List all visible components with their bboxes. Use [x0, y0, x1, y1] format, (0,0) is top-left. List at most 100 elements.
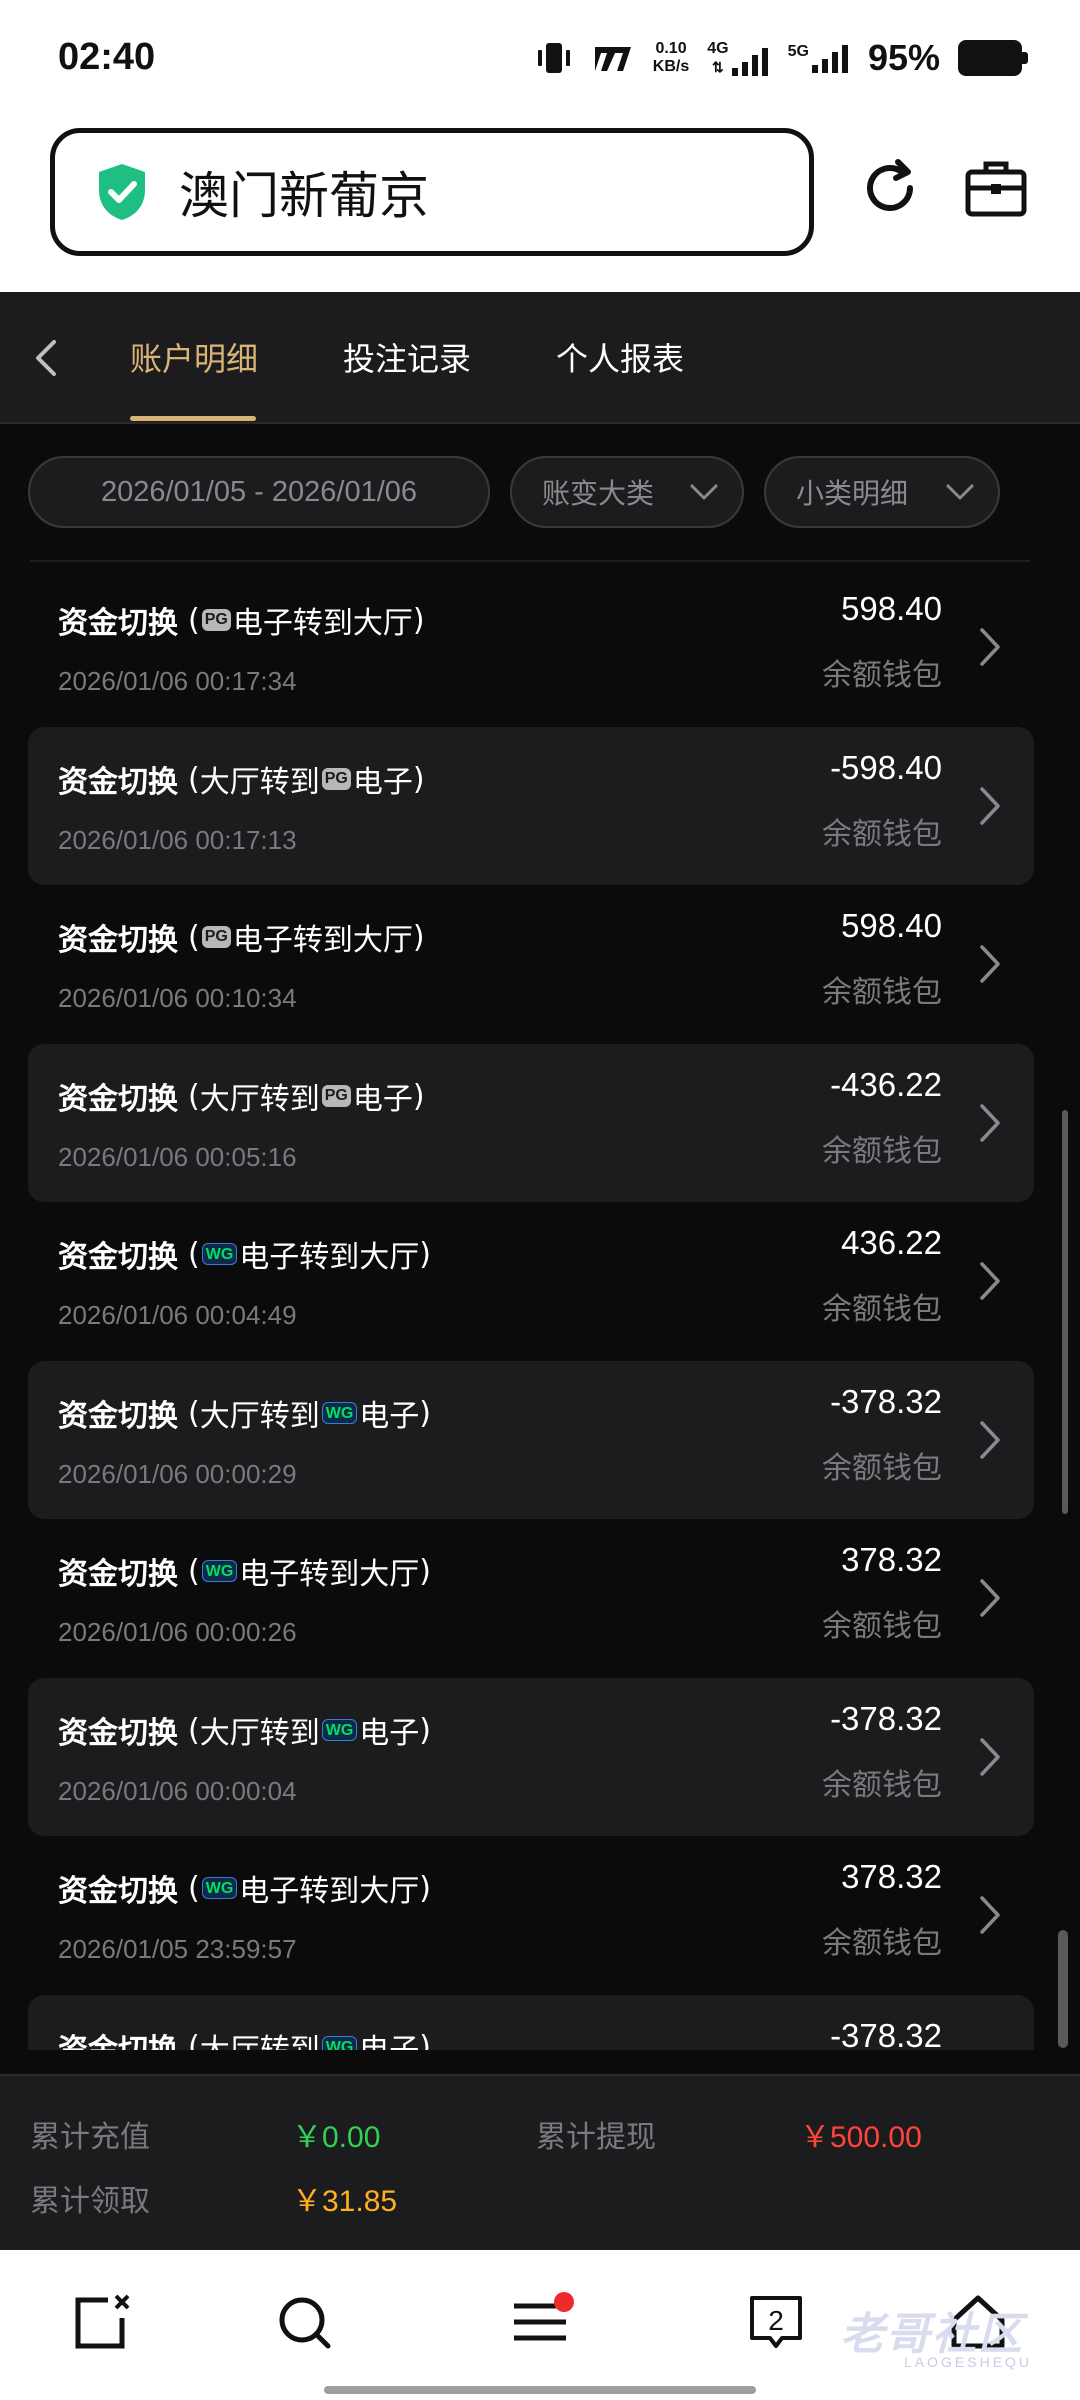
- desc-close-paren: ): [419, 1870, 431, 1906]
- transaction-title: 资金切换 (PG 电子转到大厅): [58, 598, 425, 642]
- tab-account-details[interactable]: 账户明细: [130, 334, 258, 380]
- chevron-down-icon: [946, 484, 974, 500]
- close-tab-icon[interactable]: [72, 2292, 132, 2352]
- net-speed-unit: KB/s: [652, 58, 690, 75]
- browser-bottom-nav: 2 老哥社区 LAOGESHEQU: [0, 2250, 1080, 2400]
- transaction-row[interactable]: 资金切换 (PG 电子转到大厅) 2026/01/06 00:17:34 598.40 余…: [28, 568, 1034, 726]
- desc-open-paren: (: [188, 1553, 200, 1589]
- desc-suffix: 电子转到大厅: [232, 606, 413, 641]
- desc-suffix: 电子转到大厅: [232, 923, 413, 958]
- category-dropdown[interactable]: 账变大类: [510, 456, 744, 528]
- address-bar[interactable]: 澳门新葡京: [50, 128, 814, 256]
- desc-open-paren: (: [188, 1395, 200, 1431]
- transaction-title: 资金切换 (大厅转到WG电子): [58, 2025, 431, 2050]
- transaction-wallet: 余额钱包: [822, 1926, 942, 1961]
- chevron-right-icon: [980, 1896, 1000, 1934]
- transaction-type: 资金切换: [58, 765, 178, 800]
- transaction-wallet: 余额钱包: [822, 1609, 942, 1644]
- provider-logo-icon: PG: [201, 609, 231, 631]
- category-dropdown-label: 账变大类: [542, 477, 655, 510]
- transaction-type: 资金切换: [58, 1399, 178, 1434]
- provider-logo-icon: WG: [321, 1719, 358, 1741]
- desc-close-paren: ): [419, 1395, 431, 1431]
- transaction-wallet: 余额钱包: [822, 975, 942, 1010]
- transaction-desc: (PG 电子转到大厅): [188, 915, 425, 959]
- transaction-wallet: 余额钱包: [822, 658, 942, 693]
- transaction-amount: 378.32: [841, 1858, 942, 1895]
- status-icons: 0.10 KB/s 4G ⇅ 5G 95%: [535, 36, 1028, 80]
- provider-logo-icon: PG: [201, 926, 231, 948]
- watermark-text: 老哥社区: [840, 2309, 1024, 2360]
- list-divider: [30, 560, 1030, 562]
- desc-close-paren: ): [412, 602, 425, 638]
- status-time: 02:40: [58, 36, 156, 78]
- transaction-row[interactable]: 资金切换 (大厅转到 PG 电子) 2026/01/06 00:17:13 -598.40…: [28, 727, 1034, 885]
- chevron-right-icon: [980, 1104, 1000, 1142]
- desc-close-paren: ): [419, 1553, 431, 1589]
- provider-logo-icon: PG: [321, 1085, 351, 1107]
- desc-suffix: 电子: [359, 1399, 420, 1434]
- transaction-amount: 378.32: [841, 1541, 942, 1578]
- signal-bars-icon: [811, 45, 848, 73]
- transaction-type: 资金切换: [58, 1240, 178, 1275]
- transaction-row[interactable]: 资金切换 (大厅转到 WG 电子) 2026/01/06 00:00:04 -378.32…: [28, 1678, 1034, 1836]
- list-scrollbar-thumb[interactable]: [1058, 1930, 1068, 2048]
- transaction-row[interactable]: 资金切换 (大厅转到 WG 电子) 2026/01/06 00:00:29 -378.32…: [28, 1361, 1034, 1519]
- chevron-right-icon: [980, 787, 1000, 825]
- desc-close-paren: ): [419, 2029, 431, 2051]
- chevron-right-icon: [980, 1262, 1000, 1300]
- transaction-list[interactable]: 资金切换(PG 电子转到大厅) 2026/01/06 00:17:34 598.40 余…: [0, 560, 1080, 2050]
- transaction-row[interactable]: 资金切换 (WG 电子转到大厅) 2026/01/05 23:59:57 378.32 余…: [28, 1836, 1034, 1994]
- transaction-row[interactable]: 资金切换 (大厅转到WG电子) -378.32: [28, 1995, 1034, 2050]
- transaction-wallet: 余额钱包: [822, 1451, 942, 1486]
- subcategory-dropdown[interactable]: 小类明细: [764, 456, 1000, 528]
- transaction-title: 资金切换 (大厅转到WG电子): [58, 1708, 431, 1752]
- scrollbar-thumb[interactable]: [1062, 1110, 1068, 1514]
- tabs-icon[interactable]: 2: [746, 2292, 806, 2352]
- reload-icon[interactable]: [858, 156, 922, 220]
- transaction-wallet: 余额钱包: [822, 1768, 942, 1803]
- transaction-desc: (WG 电子转到大厅): [188, 1549, 431, 1593]
- search-icon[interactable]: [274, 2292, 334, 2352]
- transaction-row[interactable]: 资金切换 (PG 电子转到大厅) 2026/01/06 00:10:34 598.40 余…: [28, 885, 1034, 1043]
- transaction-time: 2026/01/06 00:00:04: [58, 1776, 297, 1806]
- desc-prefix: 大厅转到: [199, 765, 320, 800]
- transaction-desc: (大厅转到 PG 电子): [188, 757, 425, 801]
- status-bar: 02:40 0.10 KB/s 4G ⇅ 5G 95%: [0, 0, 1080, 120]
- transaction-amount: -598.40: [830, 749, 942, 786]
- transaction-type: 资金切换: [58, 1874, 178, 1909]
- claim-total-label: 累计领取: [30, 2184, 150, 2219]
- desc-close-paren: ): [412, 1078, 425, 1114]
- transaction-desc: (大厅转到 PG 电子): [188, 1074, 425, 1118]
- watermark-subtext: LAOGESHEQU: [904, 2354, 1033, 2370]
- tab-personal-report[interactable]: 个人报表: [556, 334, 684, 380]
- desc-suffix: 电子: [359, 2025, 419, 2050]
- data-arrows-icon: ⇅: [712, 59, 724, 75]
- transaction-type: 资金切换: [58, 1557, 178, 1592]
- url-text: 澳门新葡京: [179, 167, 429, 225]
- transaction-row[interactable]: 资金切换 (WG 电子转到大厅) 2026/01/06 00:00:26 378.32 余…: [28, 1519, 1034, 1677]
- desc-suffix: 电子: [352, 1082, 413, 1117]
- desc-prefix: 大厅转到: [200, 2025, 320, 2050]
- transaction-time: 2026/01/06 00:17:34: [58, 666, 297, 696]
- transaction-amount: -378.32: [830, 1383, 942, 1420]
- transaction-time: 2026/01/06 00:10:34: [58, 983, 297, 1013]
- desc-prefix: 大厅转到: [199, 1716, 320, 1751]
- briefcase-icon[interactable]: [964, 158, 1028, 218]
- desc-prefix: 大厅转到: [199, 1082, 320, 1117]
- claim-total-value: ￥31.85: [292, 2185, 398, 2218]
- gesture-bar[interactable]: [324, 2386, 756, 2394]
- transaction-title: 资金切换 (PG 电子转到大厅): [58, 915, 425, 959]
- transaction-row[interactable]: 资金切换 (WG 电子转到大厅) 2026/01/06 00:04:49 436.22 余…: [28, 1202, 1034, 1360]
- transaction-title: 资金切换 (WG 电子转到大厅): [58, 1866, 431, 1910]
- back-icon[interactable]: [28, 336, 64, 380]
- net-speed: 0.10 KB/s: [653, 40, 689, 76]
- signal-4g-label: 4G: [707, 40, 729, 57]
- transaction-desc: (大厅转到WG电子): [188, 1708, 431, 1752]
- transaction-title: 资金切换 (WG 电子转到大厅): [58, 1232, 431, 1276]
- desc-close-paren: ): [412, 919, 425, 955]
- date-range-picker[interactable]: 2026/01/05 - 2026/01/06: [28, 456, 490, 528]
- transaction-row[interactable]: 资金切换 (大厅转到 PG 电子) 2026/01/06 00:05:16 -436.22…: [28, 1044, 1034, 1202]
- transaction-type: 资金切换: [58, 606, 178, 641]
- tab-bet-records[interactable]: 投注记录: [343, 334, 471, 380]
